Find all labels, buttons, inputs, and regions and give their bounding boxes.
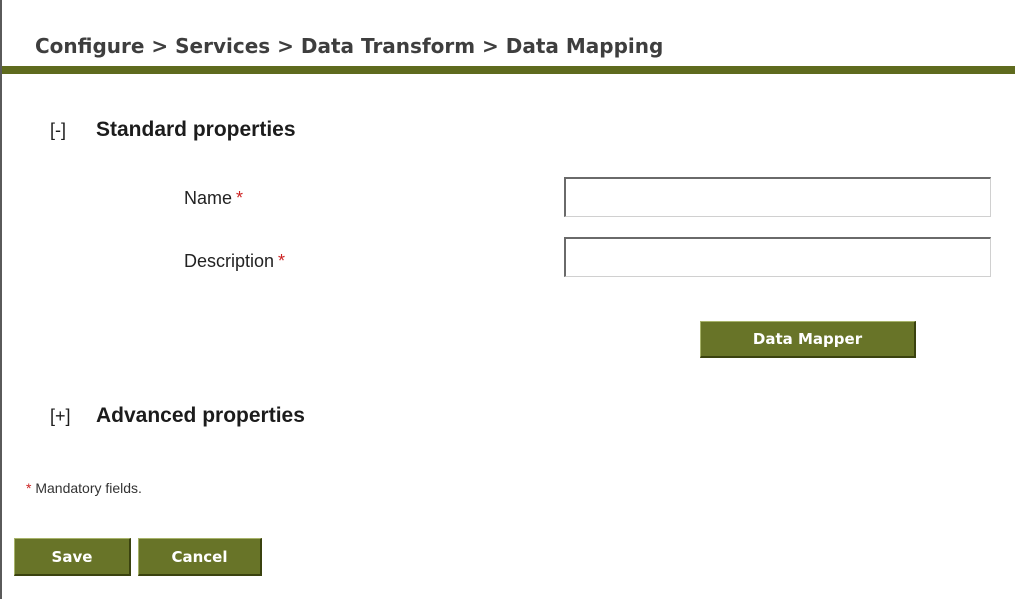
- standard-properties-title: Standard properties: [96, 118, 296, 141]
- data-mapper-button[interactable]: Data Mapper: [700, 321, 916, 358]
- cancel-button[interactable]: Cancel: [138, 538, 262, 576]
- mandatory-text: Mandatory fields.: [31, 480, 142, 496]
- description-input[interactable]: [564, 237, 991, 277]
- data-mapping-page: Configure > Services > Data Transform > …: [0, 0, 1015, 599]
- expand-advanced-toggle[interactable]: [+]: [50, 406, 96, 427]
- standard-properties-header: [-] Standard properties: [50, 118, 296, 142]
- name-label: Name *: [184, 188, 243, 209]
- description-required-mark: *: [278, 251, 286, 271]
- advanced-properties-header: [+] Advanced properties: [50, 404, 305, 428]
- advanced-properties-title: Advanced properties: [96, 404, 305, 427]
- description-label-text: Description: [184, 251, 275, 271]
- mandatory-fields-note: * Mandatory fields.: [26, 480, 142, 496]
- name-input[interactable]: [564, 177, 991, 217]
- collapse-standard-toggle[interactable]: [-]: [50, 120, 96, 141]
- header-divider: [2, 66, 1015, 74]
- name-required-mark: *: [236, 188, 244, 208]
- breadcrumb: Configure > Services > Data Transform > …: [35, 34, 664, 58]
- save-button[interactable]: Save: [14, 538, 131, 576]
- name-label-text: Name: [184, 188, 233, 208]
- description-label: Description *: [184, 251, 285, 272]
